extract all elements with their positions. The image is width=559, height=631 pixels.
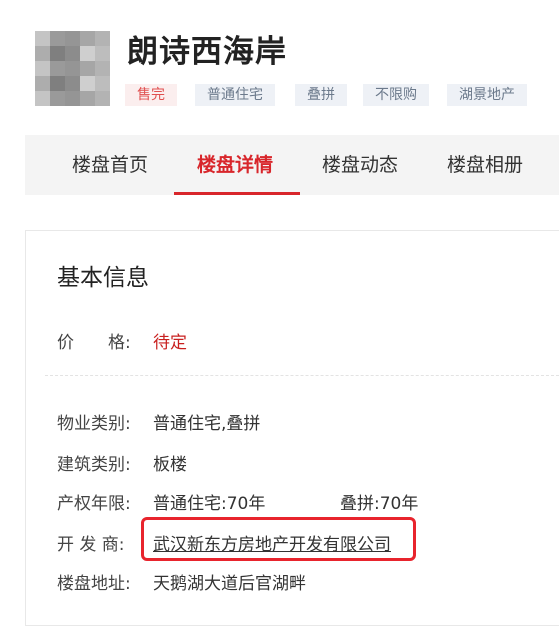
price-row: 价 格: 待定 [57,328,187,353]
tenure-value-residential: 普通住宅:70年 [153,494,266,514]
address-row: 楼盘地址: 天鹅湖大道后官湖畔 [57,569,306,594]
tab-project-news[interactable]: 楼盘动态 [322,135,398,195]
tenure-row: 产权年限: 普通住宅:70年 叠拼:70年 [57,489,418,514]
property-type-label: 物业类别: [57,414,131,434]
tenure-value-stacked: 叠拼:70年 [340,494,419,514]
developer-label: 开 发 商: [57,535,125,555]
tag-property-stacked: 叠拼 [295,84,347,106]
developer-row: 开 发 商: 武汉新东方房地产开发有限公司 [57,530,391,555]
divider [45,375,559,376]
project-thumbnail-image[interactable] [35,31,110,106]
tenure-label: 产权年限: [57,494,131,514]
building-type-value: 板楼 [153,455,187,475]
project-header: 朗诗西海岸 售完 普通住宅 叠拼 不限购 湖景地产 [0,0,559,120]
project-title: 朗诗西海岸 [127,34,287,70]
property-type-value: 普通住宅,叠拼 [153,414,261,434]
active-tab-indicator [174,192,300,195]
tag-lake-view: 湖景地产 [447,84,527,106]
price-value: 待定 [153,333,187,353]
developer-highlight-box [141,517,416,561]
building-type-label: 建筑类别: [57,455,131,475]
price-label: 价 格: [57,333,131,353]
building-type-row: 建筑类别: 板楼 [57,450,187,475]
tag-property-residential: 普通住宅 [195,84,275,106]
tab-project-album[interactable]: 楼盘相册 [447,135,523,195]
property-type-row: 物业类别: 普通住宅,叠拼 [57,409,260,434]
tab-project-home[interactable]: 楼盘首页 [72,135,148,195]
project-nav-bar: 楼盘首页 楼盘详情 楼盘动态 楼盘相册 [25,135,559,195]
tag-sold-out: 售完 [125,84,177,106]
address-label: 楼盘地址: [57,574,131,594]
tab-project-details[interactable]: 楼盘详情 [197,135,273,195]
section-title-basic-info: 基本信息 [57,265,149,291]
address-value: 天鹅湖大道后官湖畔 [153,574,306,594]
tag-no-purchase-limit: 不限购 [363,84,429,106]
